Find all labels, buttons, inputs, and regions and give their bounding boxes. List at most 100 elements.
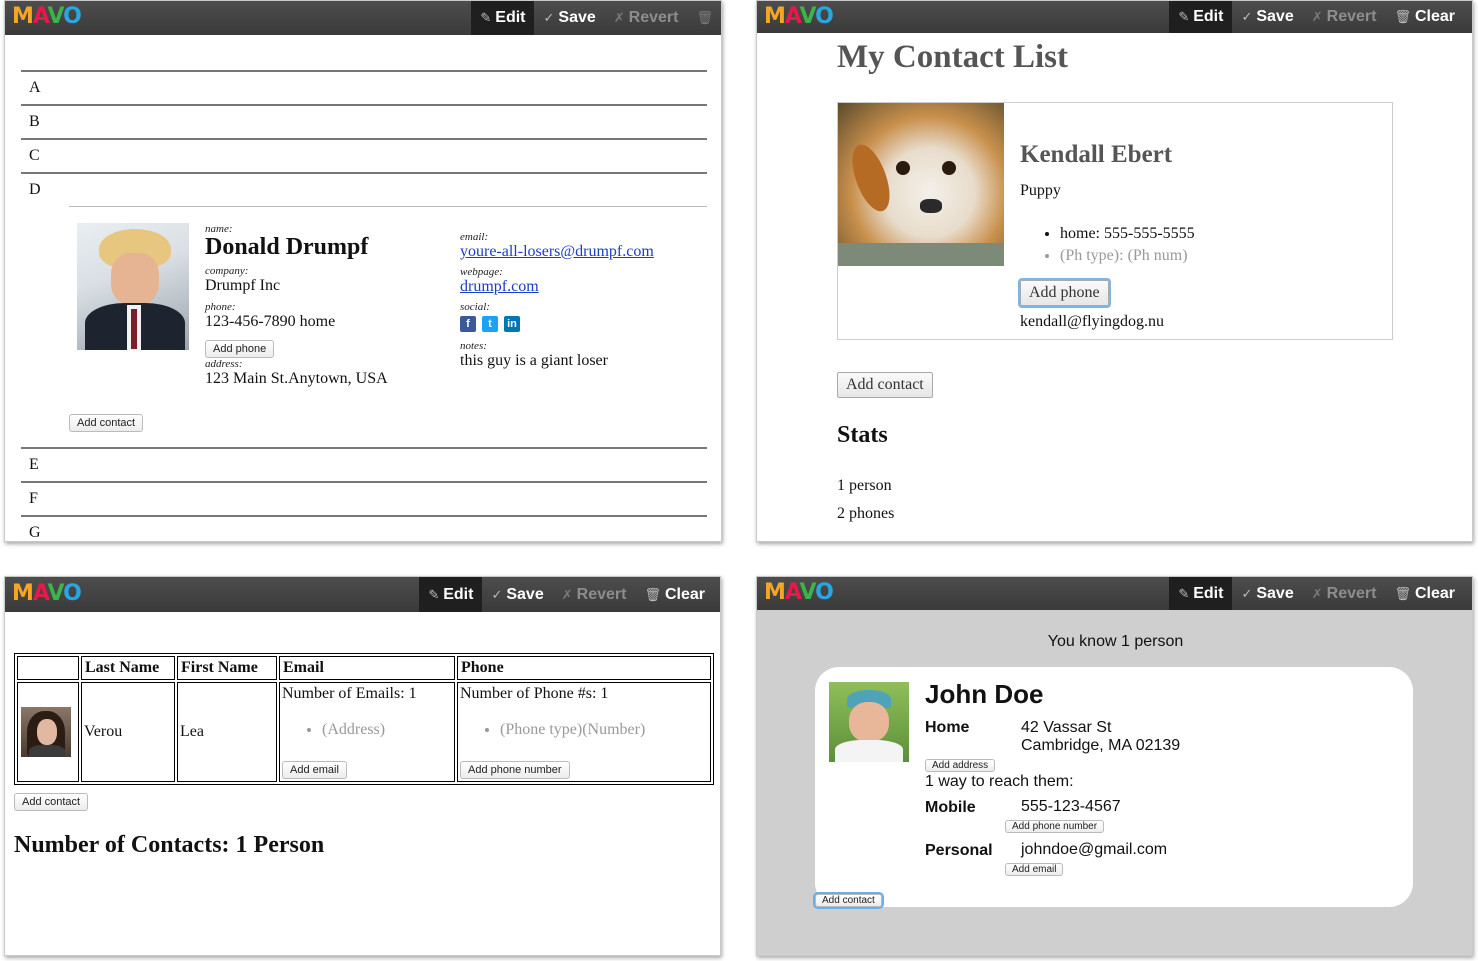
contacts-accordion-app: MAVO ✎ Edit ✓ Save ✗ Revert 🗑 A B C D name:…: [4, 0, 722, 542]
notes-value: this guy is a giant loser: [460, 352, 608, 369]
home-address: 42 Vassar St Cambridge, MA 02139: [1021, 719, 1180, 755]
notes-label: notes:: [460, 340, 487, 352]
group-a[interactable]: A: [21, 70, 707, 104]
trash-icon: 🗑: [1394, 9, 1411, 24]
webpage-label: webpage:: [460, 266, 503, 278]
revert-button[interactable]: ✗ Revert: [1303, 577, 1386, 610]
clear-button[interactable]: 🗑 Clear: [1385, 1, 1464, 33]
contact-subtitle: Puppy: [1020, 182, 1061, 199]
phone-cell: Number of Phone #s: 1 (Phone type)(Numbe…: [457, 682, 711, 782]
personal-label: Personal: [925, 842, 993, 859]
revert-button[interactable]: ✗ Revert: [605, 1, 688, 35]
save-button[interactable]: ✓ Save: [534, 1, 604, 35]
group-b[interactable]: B: [21, 104, 707, 138]
edit-button[interactable]: ✎ Edit: [471, 1, 535, 35]
phone-placeholder: (Phone type)(Number): [500, 721, 708, 739]
group-e[interactable]: E: [21, 447, 707, 481]
phone-type[interactable]: home:: [1060, 225, 1100, 242]
add-address-button[interactable]: Add address: [925, 759, 996, 772]
contact-list-app: MAVO ✎ Edit ✓ Save ✗ Revert 🗑 Clear My Conta…: [756, 0, 1473, 542]
twitter-icon[interactable]: t: [482, 316, 498, 332]
trash-icon: 🗑: [644, 586, 661, 602]
add-email-button[interactable]: Add email: [1005, 863, 1064, 876]
group-d[interactable]: D: [21, 172, 707, 202]
edit-button[interactable]: ✎ Edit: [1169, 1, 1233, 33]
email-label: email:: [460, 231, 489, 243]
trash-icon: 🗑: [1394, 585, 1411, 601]
company-label: company:: [205, 265, 249, 277]
phone-number[interactable]: 555-555-5555: [1104, 225, 1195, 242]
revert-button[interactable]: ✗ Revert: [553, 577, 636, 612]
revert-button[interactable]: ✗ Revert: [1303, 1, 1386, 33]
save-button[interactable]: ✓ Save: [1232, 577, 1302, 610]
address-line1[interactable]: 42 Vassar St: [1021, 719, 1180, 737]
first-name-cell[interactable]: Lea: [177, 682, 277, 782]
mavo-logo: MAVO: [764, 580, 834, 605]
pencil-icon: ✎: [1178, 585, 1190, 601]
address-value: 123 Main St.Anytown, USA: [205, 370, 388, 387]
phone-type-placeholder[interactable]: (Phone type): [500, 721, 582, 738]
clear-button[interactable]: 🗑 Clear: [1385, 577, 1464, 610]
facebook-icon[interactable]: f: [460, 316, 476, 332]
phone-number-placeholder[interactable]: (Ph num): [1128, 247, 1188, 264]
people-count: You know 1 person: [1047, 633, 1184, 650]
group-f[interactable]: F: [21, 481, 707, 515]
contact-photo: [838, 103, 1004, 266]
group-letter: E: [29, 456, 39, 473]
last-name-cell[interactable]: Verou: [81, 682, 175, 782]
add-contact-button[interactable]: Add contact: [837, 372, 933, 398]
address-book-app: MAVO ✎ Edit ✓ Save ✗ Revert 🗑 Clear You know…: [756, 576, 1473, 956]
emails-count: Number of Emails: 1: [282, 685, 417, 702]
address-placeholder[interactable]: (Address): [322, 721, 452, 739]
clear-button[interactable]: 🗑 Clear: [635, 577, 714, 612]
contact-email: kendall@flyingdog.nu: [1020, 313, 1165, 330]
save-button[interactable]: ✓ Save: [482, 577, 552, 612]
linkedin-icon[interactable]: in: [504, 316, 520, 332]
save-button[interactable]: ✓ Save: [1232, 1, 1302, 33]
mavo-logo: MAVO: [764, 4, 834, 29]
mavo-toolbar: MAVO ✎ Edit ✓ Save ✗ Revert 🗑: [5, 1, 721, 35]
add-contact-button[interactable]: Add contact: [14, 793, 89, 811]
add-email-button[interactable]: Add email: [282, 761, 347, 779]
mobile-number[interactable]: 555-123-4567: [1021, 798, 1121, 816]
trash-icon: 🗑: [696, 10, 713, 25]
clear-button[interactable]: 🗑: [687, 1, 715, 35]
column-header-last-name: Last Name: [81, 656, 175, 680]
contact-name: John Doe: [925, 679, 1044, 709]
page-title: My Contact List: [837, 39, 1068, 75]
email-link[interactable]: youre-all-losers@drumpf.com: [460, 243, 654, 260]
column-header-photo: [17, 656, 79, 680]
contacts-table-app: MAVO ✎ Edit ✓ Save ✗ Revert 🗑 Clear Last Nam…: [4, 576, 721, 956]
personal-email[interactable]: johndoe@gmail.com: [1021, 841, 1167, 859]
group-c[interactable]: C: [21, 138, 707, 172]
add-phone-number-button[interactable]: Add phone number: [460, 761, 570, 779]
address-line2[interactable]: Cambridge, MA 02139: [1021, 737, 1180, 755]
group-g[interactable]: G: [21, 515, 707, 541]
pencil-icon: ✎: [1178, 9, 1190, 24]
add-contact-button[interactable]: Add contact: [815, 894, 882, 907]
check-icon: ✓: [1241, 9, 1253, 24]
divider: [69, 206, 707, 207]
contact-photo: [21, 707, 71, 757]
edit-button[interactable]: ✎ Edit: [1169, 577, 1233, 610]
contact-photo: [829, 682, 909, 762]
pencil-icon: ✎: [480, 10, 492, 25]
check-icon: ✓: [1241, 585, 1253, 601]
phone-item: home: 555-555-5555: [1060, 223, 1195, 245]
mavo-logo: MAVO: [12, 4, 82, 29]
check-icon: ✓: [491, 586, 503, 602]
add-contact-button[interactable]: Add contact: [69, 414, 144, 432]
contacts-summary: Number of Contacts: 1 Person: [14, 832, 325, 858]
contact-photo: [77, 223, 189, 350]
phone-type-placeholder[interactable]: (Ph type): [1060, 247, 1119, 264]
email-cell: Number of Emails: 1 (Address) Add email: [279, 682, 455, 782]
webpage-link[interactable]: drumpf.com: [460, 278, 539, 295]
add-phone-button[interactable]: Add phone: [205, 340, 275, 358]
add-phone-number-button[interactable]: Add phone number: [1005, 820, 1105, 833]
number-placeholder[interactable]: (Number): [582, 721, 645, 738]
social-label: social:: [460, 301, 490, 313]
column-header-first-name: First Name: [177, 656, 277, 680]
contact-name: Kendall Ebert: [1020, 141, 1173, 168]
edit-button[interactable]: ✎ Edit: [419, 577, 483, 612]
add-phone-button[interactable]: Add phone: [1020, 280, 1109, 306]
